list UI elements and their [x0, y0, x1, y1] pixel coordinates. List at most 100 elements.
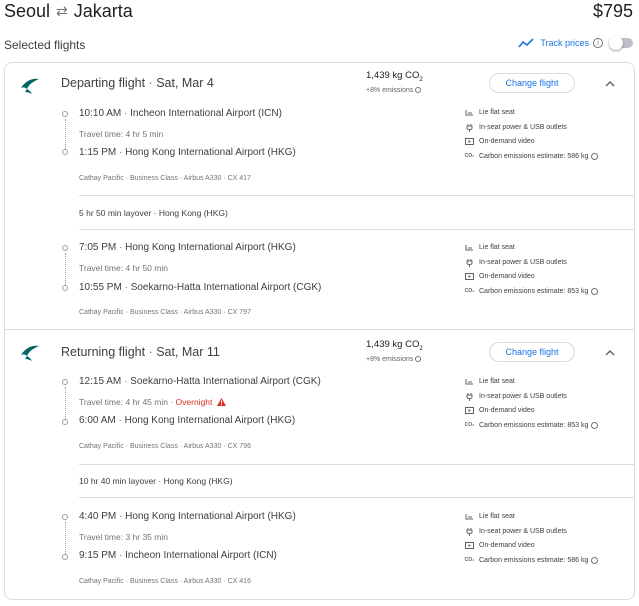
departure-row: 12:15 AM · Soekarno-Hatta International …: [79, 376, 321, 387]
arrival-dot: [62, 419, 68, 425]
arrival-row: 6:00 AM · Hong Kong International Airpor…: [79, 415, 296, 426]
flight-meta: Cathay Pacific · Business Class · Airbus…: [79, 175, 251, 182]
outbound-emissions-note: +8% emissions: [366, 87, 422, 94]
amenity-item: In-seat power & USB outlets: [465, 120, 625, 135]
travel-time: Travel time: 3 hr 35 min: [79, 532, 168, 542]
info-icon[interactable]: [415, 87, 422, 94]
power-plug-icon: [465, 123, 474, 132]
video-icon: [465, 137, 474, 146]
return-emissions-note: +8% emissions: [366, 356, 422, 363]
top-bar: Seoul ⇄ Jakarta $795: [0, 0, 639, 28]
warning-icon: [216, 398, 226, 406]
change-departing-flight-button[interactable]: Change flight: [489, 73, 575, 93]
amenity-item: CO₂ Carbon emissions estimate: 853 kg: [465, 418, 625, 433]
departure-row: 7:05 PM · Hong Kong International Airpor…: [79, 242, 296, 253]
power-plug-icon: [465, 258, 474, 267]
seat-icon: [465, 512, 474, 521]
departing-flight-title: Departing flight · Sat, Mar 4: [61, 76, 214, 90]
destination-city: Jakarta: [73, 1, 133, 21]
amenities-list: Lie flat seat In-seat power & USB outlet…: [465, 105, 625, 164]
arrival-row: 9:15 PM · Incheon International Airport …: [79, 550, 277, 561]
flight-meta: Cathay Pacific · Business Class · Airbus…: [79, 309, 251, 316]
departure-dot: [62, 379, 68, 385]
amenity-item: CO₂ Carbon emissions estimate: 586 kg: [465, 553, 625, 568]
segment-divider: [79, 464, 634, 465]
chevron-up-icon[interactable]: [605, 348, 615, 358]
flights-card: Departing flight · Sat, Mar 4 1,439 kg C…: [4, 62, 635, 600]
amenity-item: Lie flat seat: [465, 374, 625, 389]
trend-line-icon: [518, 38, 534, 48]
chevron-up-icon[interactable]: [605, 79, 615, 89]
co2-icon: CO₂: [464, 422, 475, 429]
segment-divider: [79, 497, 634, 498]
info-icon[interactable]: [591, 421, 599, 429]
flight-meta: Cathay Pacific · Business Class · Airbus…: [79, 578, 251, 585]
video-icon: [465, 406, 474, 415]
seat-icon: [465, 377, 474, 386]
info-icon[interactable]: i: [593, 38, 603, 48]
power-plug-icon: [465, 392, 474, 401]
layover-info: 10 hr 40 min layover · Hong Kong (HKG): [79, 476, 233, 486]
info-icon[interactable]: [415, 356, 422, 363]
cathay-pacific-logo: [21, 345, 39, 361]
amenity-item: On-demand video: [465, 538, 625, 553]
amenity-item: In-seat power & USB outlets: [465, 389, 625, 404]
change-returning-flight-button[interactable]: Change flight: [489, 342, 575, 362]
returning-flight-title: Returning flight · Sat, Mar 11: [61, 345, 220, 359]
flight-meta: Cathay Pacific · Business Class · Airbus…: [79, 443, 251, 450]
amenity-item: CO₂ Carbon emissions estimate: 586 kg: [465, 149, 625, 164]
info-icon[interactable]: [591, 152, 599, 160]
departure-row: 4:40 PM · Hong Kong International Airpor…: [79, 511, 296, 522]
route-line: [65, 253, 66, 285]
amenity-item: Lie flat seat: [465, 509, 625, 524]
total-price: $795: [592, 1, 633, 21]
video-icon: [465, 541, 474, 550]
route-line: [65, 387, 66, 419]
arrival-row: 10:55 PM · Soekarno-Hatta International …: [79, 282, 322, 293]
departure-dot: [62, 245, 68, 251]
seat-icon: [465, 108, 474, 117]
amenity-item: In-seat power & USB outlets: [465, 255, 625, 270]
amenity-item: On-demand video: [465, 134, 625, 149]
departure-dot: [62, 111, 68, 117]
video-icon: [465, 272, 474, 281]
travel-time: Travel time: 4 hr 50 min: [79, 263, 168, 273]
amenity-item: CO₂ Carbon emissions estimate: 853 kg: [465, 284, 625, 299]
track-prices-toggle[interactable]: [609, 36, 633, 50]
power-plug-icon: [465, 527, 474, 536]
track-prices[interactable]: Track prices i: [518, 36, 633, 50]
overnight-label: Overnight: [175, 397, 213, 407]
amenities-list: Lie flat seat In-seat power & USB outlet…: [465, 240, 625, 299]
amenity-item: On-demand video: [465, 269, 625, 284]
arrival-dot: [62, 285, 68, 291]
info-icon[interactable]: [591, 287, 599, 295]
amenity-item: Lie flat seat: [465, 240, 625, 255]
departure-row: 10:10 AM · Incheon International Airport…: [79, 108, 282, 119]
travel-time: Travel time: 4 hr 45 min · Overnight: [79, 397, 226, 407]
segment-divider: [79, 195, 634, 196]
travel-time: Travel time: 4 hr 5 min: [79, 129, 164, 139]
amenities-list: Lie flat seat In-seat power & USB outlet…: [465, 509, 625, 568]
co2-icon: CO₂: [464, 153, 475, 160]
arrival-dot: [62, 149, 68, 155]
co2-icon: CO₂: [464, 288, 475, 295]
route: Seoul ⇄ Jakarta: [4, 1, 133, 22]
departure-dot: [62, 514, 68, 520]
info-icon[interactable]: [591, 556, 599, 564]
swap-arrows-icon: ⇄: [56, 3, 68, 19]
origin-city: Seoul: [4, 1, 51, 21]
amenity-item: On-demand video: [465, 403, 625, 418]
selected-flights-heading: Selected flights: [4, 38, 86, 52]
co2-icon: CO₂: [464, 557, 475, 564]
amenities-list: Lie flat seat In-seat power & USB outlet…: [465, 374, 625, 433]
amenity-item: In-seat power & USB outlets: [465, 524, 625, 539]
track-prices-label: Track prices: [540, 38, 589, 48]
arrival-row: 1:15 PM · Hong Kong International Airpor…: [79, 147, 296, 158]
route-line: [65, 522, 66, 554]
layover-info: 5 hr 50 min layover · Hong Kong (HKG): [79, 208, 228, 218]
amenity-item: Lie flat seat: [465, 105, 625, 120]
section-divider: [5, 329, 634, 330]
arrival-dot: [62, 554, 68, 560]
cathay-pacific-logo: [21, 78, 39, 94]
segment-divider: [79, 229, 634, 230]
